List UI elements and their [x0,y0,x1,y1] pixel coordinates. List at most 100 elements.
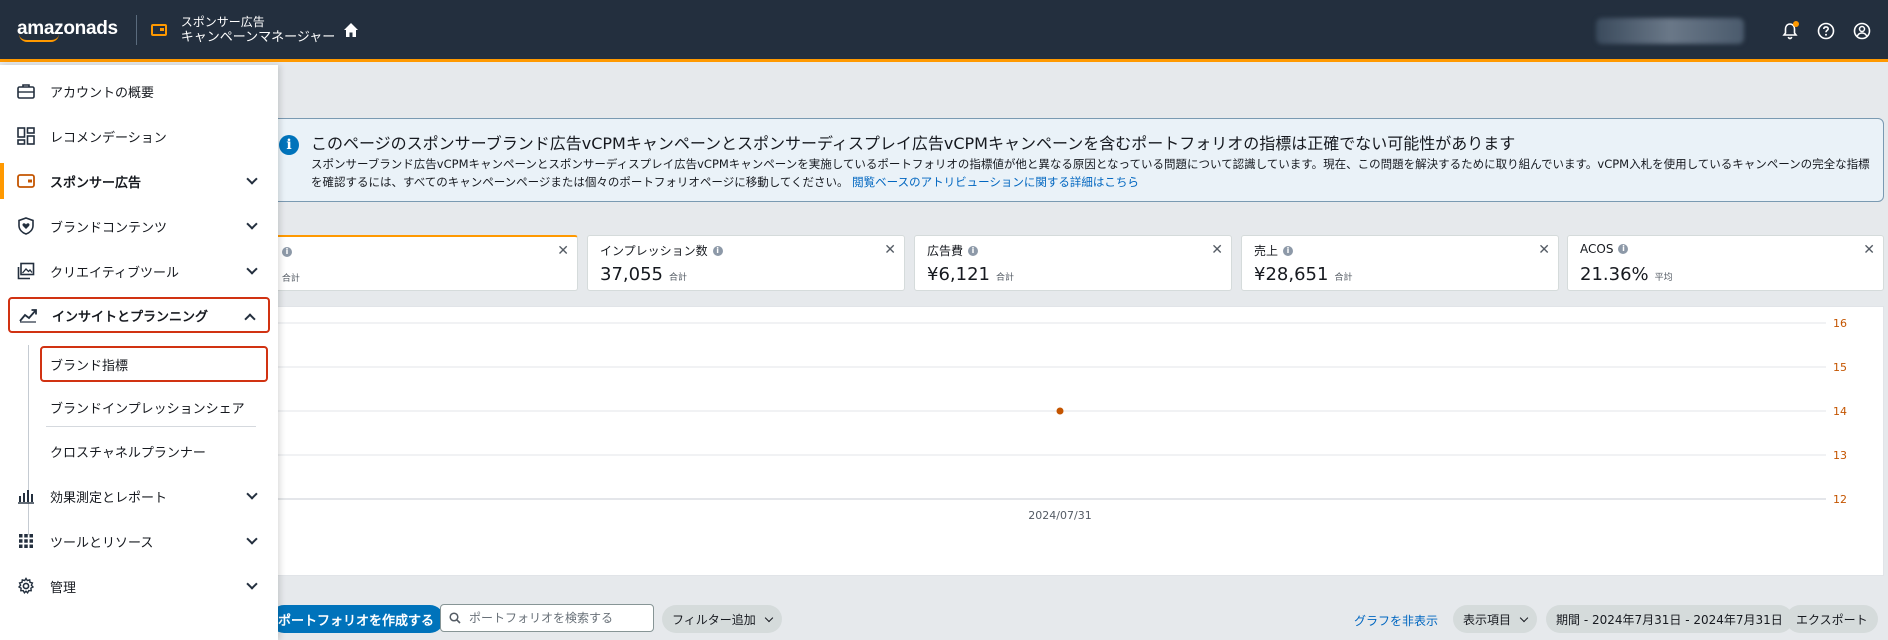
product-switcher[interactable]: スポンサー広告 キャンペーンマネージャー [181,14,335,46]
chevron-down-icon [246,218,258,230]
sidebar-item-admin[interactable]: 管理 [8,568,270,604]
help-icon[interactable] [1816,21,1836,41]
chevron-up-icon [244,313,256,325]
close-icon[interactable]: ✕ [557,243,569,259]
metric-unit: 合計 [281,274,300,284]
logo-smile [19,34,59,42]
metric-label: インプレッション数 i [600,242,723,259]
close-icon[interactable]: ✕ [884,242,896,258]
metric-label: 広告費 i [927,242,979,259]
sidebar-item-label: 管理 [50,580,77,596]
sidebar-item-tools-resources[interactable]: ツールとリソース [8,523,270,559]
info-icon: i [279,135,299,155]
images-icon [16,261,36,281]
submenu-divider [46,426,256,427]
create-portfolio-button[interactable]: ポートフォリオを作成する [270,605,445,633]
performance-chart: 16 15 14 13 12 2024/07/31 [270,306,1884,576]
metric-card-acos[interactable]: ACOS i 21.36% 平均 ✕ [1567,235,1884,291]
dashboard-icon [16,126,36,146]
y-tick-label: 12 [1833,493,1847,506]
info-alert: i このページのスポンサーブランド広告vCPMキャンペーンとスポンサーディスプレ… [266,118,1884,202]
header-divider [135,14,137,45]
sidebar-item-sponsored-ads[interactable]: スポンサー広告 [0,163,270,199]
display-items-button[interactable]: 表示項目 [1453,605,1538,633]
metric-value: 21.36% 平均 [1580,264,1673,285]
info-icon[interactable]: i [1618,244,1629,254]
submenu-item-brand-impression-share[interactable]: ブランドインプレッションシェア [48,389,245,425]
submenu-item-brand-metrics[interactable]: ブランド指標 [40,346,268,382]
sidebar-nav: アカウントの概要 レコメンデーション スポンサー広告 ブランドコンテンツ クリエ… [0,65,278,640]
submenu-item-label: クロスチャネルプランナー [50,445,206,461]
bell-icon[interactable] [1780,21,1800,41]
submenu-item-cross-channel-planner[interactable]: クロスチャネルプランナー [48,433,206,469]
amazon-ads-logo[interactable]: amazonads [0,0,118,59]
attribution-help-link[interactable]: 閲覧ベースのアトリビューションに関する詳細はこちら [852,175,1139,189]
product-subname: キャンペーンマネージャー [180,29,336,45]
chevron-down-icon [764,613,774,622]
close-icon[interactable]: ✕ [1538,242,1550,258]
trend-icon [18,305,38,325]
chevron-down-icon [246,533,258,545]
header-actions [1596,0,1888,62]
close-icon[interactable]: ✕ [1863,242,1875,258]
metric-card-impressions[interactable]: インプレッション数 i 37,055 合計 ✕ [587,235,905,291]
metric-unit: 合計 [1334,273,1353,283]
add-filter-button[interactable]: フィルター追加 [662,605,782,633]
portfolio-toolbar: ポートフォリオを作成する フィルター追加 グラフを非表示 表示項目 期間 - 2… [270,596,1884,640]
close-icon[interactable]: ✕ [1211,242,1223,258]
y-tick-label: 14 [1833,405,1847,418]
shield-heart-icon [16,216,36,236]
export-button[interactable]: エクスポート [1786,605,1878,633]
display-items-label: 表示項目 [1463,612,1512,627]
notification-dot [1793,21,1799,27]
sidebar-item-label: レコメンデーション [50,130,167,146]
bar-chart-icon [16,486,36,506]
top-header: amazonads スポンサー広告 キャンペーンマネージャー [0,0,1888,62]
metric-unit: 平均 [1654,273,1673,283]
portfolio-search [440,604,654,632]
gear-icon [16,576,36,596]
metric-label-text: 広告費 [927,244,964,258]
sidebar-item-recommendations[interactable]: レコメンデーション [8,118,270,154]
metric-value-text: 37,055 [600,264,663,285]
metric-value: ¥6,121 合計 [927,264,1014,285]
sidebar-item-insights-planning[interactable]: インサイトとプランニング [8,297,270,333]
info-icon[interactable]: i [712,245,723,256]
account-selector[interactable] [1596,18,1744,44]
metric-label-text: ACOS [1580,242,1614,256]
wallet-icon [16,171,36,191]
chevron-down-icon [246,578,258,590]
sidebar-item-account-overview[interactable]: アカウントの概要 [8,73,270,109]
alert-title: このページのスポンサーブランド広告vCPMキャンペーンとスポンサーディスプレイ広… [311,134,1516,153]
sidebar-item-creative-tools[interactable]: クリエイティブツール [8,253,270,289]
metric-card-sales[interactable]: 売上 i ¥28,651 合計 ✕ [1241,235,1559,291]
submenu-item-label: ブランドインプレッションシェア [50,401,245,417]
sidebar-item-label: 効果測定とレポート [50,490,168,506]
hide-graph-link[interactable]: グラフを非表示 [1354,612,1438,629]
sidebar-item-label: スポンサー広告 [50,175,142,191]
grid-icon [16,531,36,551]
search-input[interactable] [469,611,649,625]
sidebar-item-brand-content[interactable]: ブランドコンテンツ [8,208,270,244]
chart-canvas: 16 15 14 13 12 2024/07/31 [271,317,1847,522]
info-icon[interactable]: i [282,246,293,257]
y-tick-label: 15 [1833,361,1847,374]
metric-card-ad-spend[interactable]: 広告費 i ¥6,121 合計 ✕ [914,235,1232,291]
metric-value-text: ¥28,651 [1254,264,1329,285]
sidebar-item-measurement-reporting[interactable]: 効果測定とレポート [8,478,270,514]
user-icon[interactable] [1852,21,1872,41]
info-icon[interactable]: i [1283,245,1294,256]
info-icon[interactable]: i [968,245,979,256]
metric-value-text: 21.36% [1580,264,1649,285]
date-range-button[interactable]: 期間 - 2024年7月31日 - 2024年7月31日 [1546,605,1793,633]
briefcase-icon [16,81,36,101]
metric-label: ACOS i [1580,242,1629,256]
home-icon[interactable] [343,22,359,38]
sidebar-item-label: ブランドコンテンツ [50,220,168,236]
sidebar-item-label: インサイトとプランニング [52,309,209,325]
data-point[interactable] [1056,407,1064,415]
metric-card-orders[interactable]: 注文i 14合計 ✕ [240,235,578,291]
sidebar-item-label: アカウントの概要 [50,85,155,101]
chevron-down-icon [246,263,258,275]
y-tick-label: 13 [1833,449,1847,462]
